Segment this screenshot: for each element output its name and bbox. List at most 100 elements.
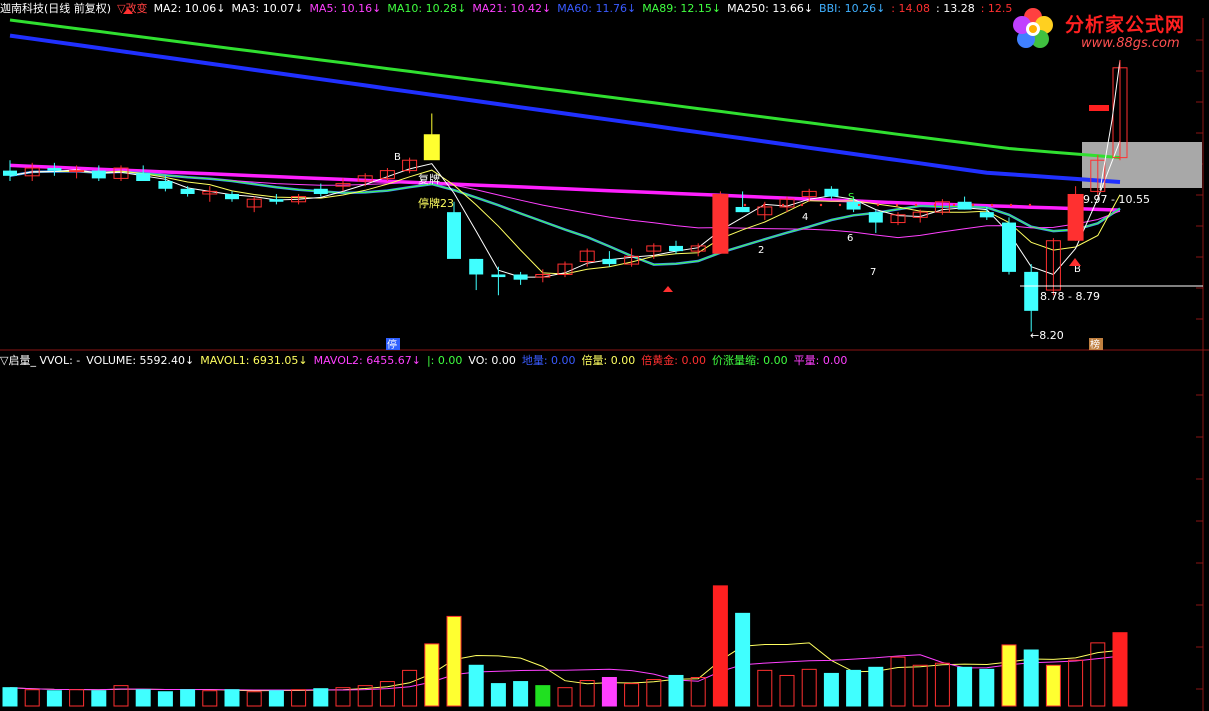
candle-body [824,188,839,197]
signal-dot [1009,203,1013,207]
wave-num-7: 7 [870,267,876,278]
signal-dot [876,203,880,207]
volume-bar [24,689,40,707]
mavol2-line [9,654,1121,691]
buy-arrow-icon [663,286,673,292]
volume-bar [557,687,573,707]
signal-dot [762,203,766,207]
candle-body [1067,193,1084,241]
signal-dot [971,203,975,207]
volume-bar [157,691,173,707]
range-label: 9.97 - 10.55 [1083,193,1150,206]
wave-num-4: 4 [802,212,808,223]
signal-dot [781,203,785,207]
candle-body [269,199,284,202]
candle-body [868,212,883,223]
volume-bar [490,683,506,707]
volume-bar [890,656,906,707]
volume-bar [779,674,795,707]
volume-bar [180,689,196,707]
signal-dot [914,203,918,207]
bbi-line [9,170,1121,266]
volume-bar [1023,649,1039,707]
volume-bar [91,690,107,707]
volume-bar [957,666,973,707]
volume-bar [224,689,240,707]
chart-annotations: 复牌停牌23B9.97 - 10.558.78 - 8.79←8.20BS246… [123,8,1203,351]
volume-bar [202,690,218,707]
volume-bar [846,669,862,707]
volume-bar [402,669,418,707]
s-mark: S [848,192,854,203]
candle-body [423,134,440,161]
volume-bar [446,615,462,707]
candle-body [513,274,528,280]
candle-body [447,212,461,259]
candle-body [669,245,683,252]
volume-bar [135,689,151,707]
low-label: ←8.20 [1030,329,1064,342]
volume-bar [757,669,773,707]
chart-canvas[interactable]: 复牌停牌23B9.97 - 10.558.78 - 8.79←8.20BS246… [0,0,1209,711]
volume-bar [934,662,950,707]
signal-dot [743,203,747,207]
volume-bar [868,666,884,707]
candle-body [91,170,106,179]
volume-bar [291,689,307,707]
candle-body [136,173,151,181]
bang-badge: 榜 [1090,338,1100,351]
candle-body [69,170,85,173]
signal-dot [857,203,861,207]
tingpai-label: 停牌23 [418,196,454,210]
volume-bar [46,690,62,707]
candlestick-series [3,66,1128,332]
volume-bar [668,674,684,707]
volume-bar [1045,664,1061,707]
support-label: 8.78 - 8.79 [1040,290,1100,303]
signal-dot [990,203,994,207]
wave-num-6: 6 [847,233,853,244]
candle-body [491,274,506,278]
volume-bar [579,680,595,707]
volume-ma-lines [9,642,1121,692]
ma10-line [9,170,1121,266]
candle-body [47,168,62,171]
candle-body [1024,271,1039,311]
candle-body [712,193,729,254]
ma250-line [9,18,1121,160]
volume-bar [379,681,395,707]
volume-bar [313,688,329,707]
candle-body [313,188,328,194]
volume-bar [1068,659,1084,707]
signal-dot [895,203,899,207]
wave-num-2: 2 [758,245,764,256]
candle-body [180,188,195,194]
ma5-line [9,169,1121,275]
volume-bar [535,685,551,707]
signal-dot [1028,203,1032,207]
volume-bar [424,643,440,707]
mavol1-line [9,642,1121,692]
grid-lines [0,18,1209,711]
ting-badge: 停 [387,338,397,351]
candle-body [158,181,173,189]
buy-arrow-icon [1069,258,1081,266]
target-marker [1089,105,1109,111]
signal-dot [800,203,804,207]
volume-bar [2,687,18,707]
volume-bar [979,668,995,707]
fupai-label: 复牌 [418,172,440,186]
volume-bar [646,679,662,707]
volume-bar [1112,632,1128,707]
volume-bar [601,676,617,707]
candle-body [602,258,617,265]
volume-bar [69,689,85,707]
volume-bar [1001,644,1017,707]
volume-bar [246,691,262,707]
ma89-line [9,163,1121,212]
volume-bar [912,664,928,707]
volume-bar [801,668,817,707]
candle-body [979,212,994,218]
volume-bar [513,681,529,707]
signal-dot [933,203,937,207]
